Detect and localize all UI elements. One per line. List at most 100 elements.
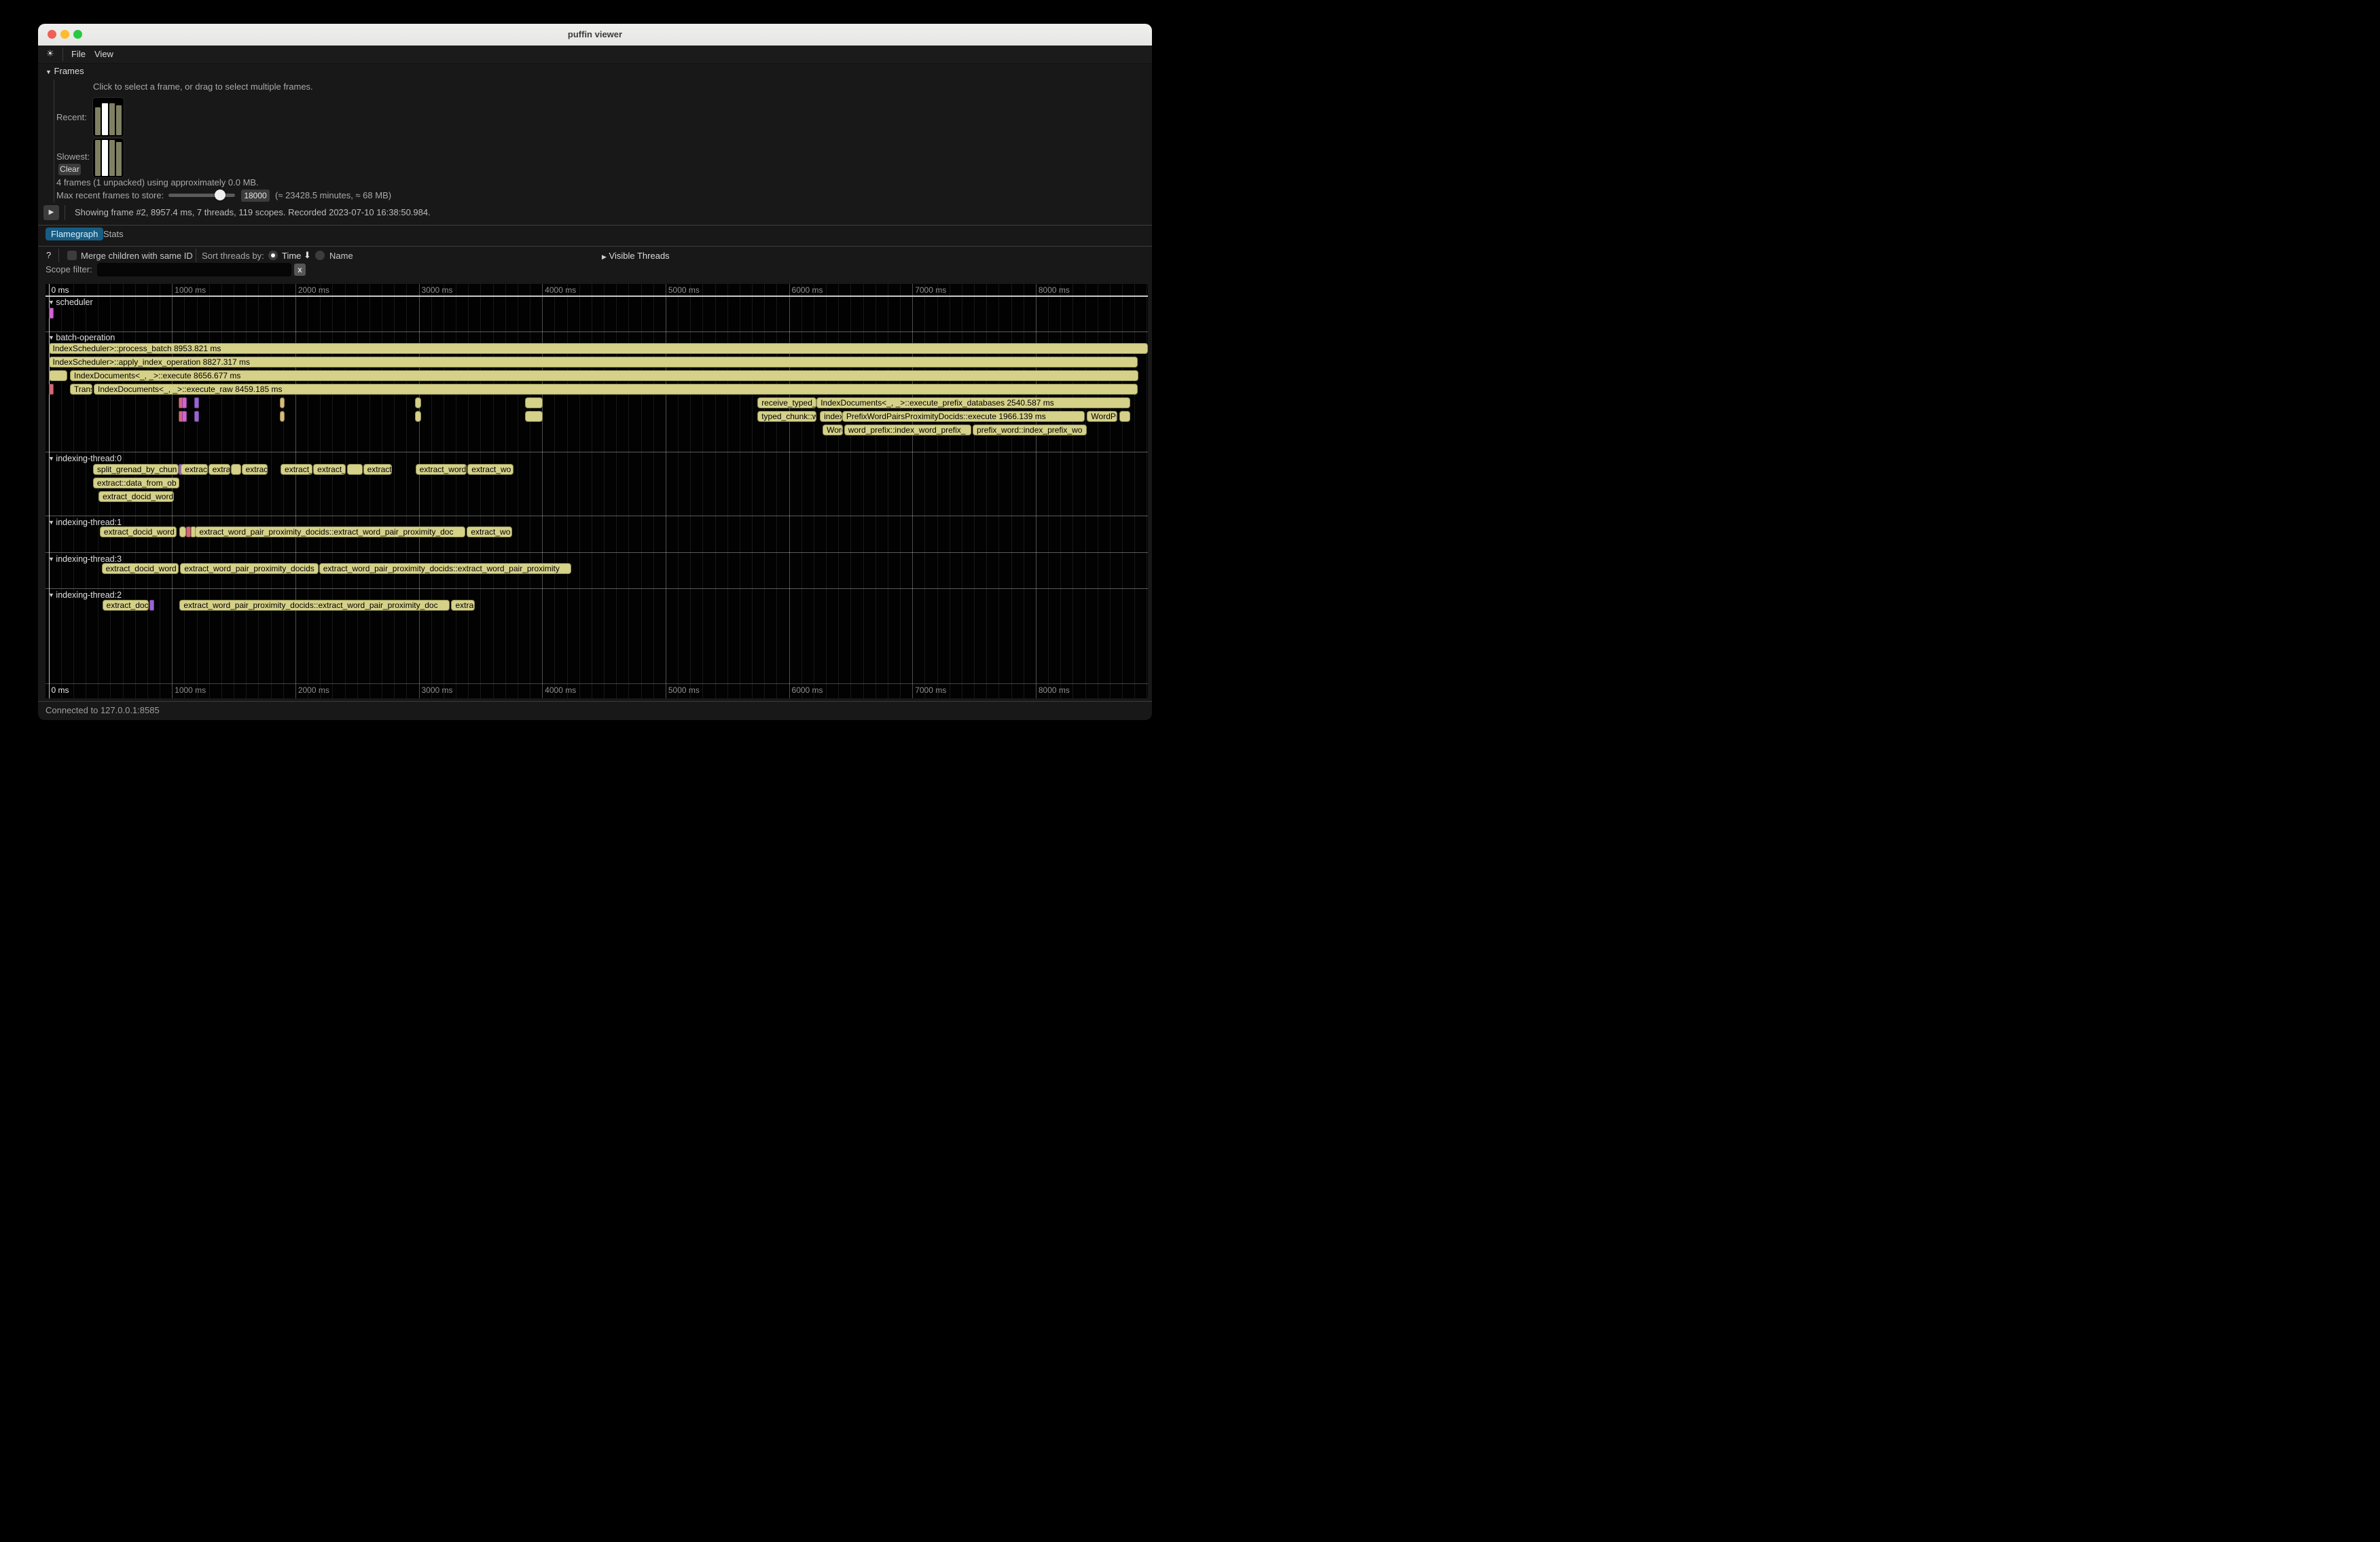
scope-bar[interactable]: extract_wo xyxy=(467,526,512,537)
sort-time-label: Time xyxy=(282,251,301,261)
scope-bar[interactable]: typed_chunk::w xyxy=(757,411,816,422)
scope-bar[interactable]: extract_wo xyxy=(467,464,513,475)
scope-bar[interactable]: extract_word_pair_proximity_docids xyxy=(180,563,319,574)
max-frames-value[interactable]: 18000 xyxy=(241,190,270,202)
scope-bar[interactable]: extract_ xyxy=(313,464,346,475)
scope-bar[interactable] xyxy=(182,411,187,422)
thread-section-header[interactable]: ▼ indexing-thread:0 xyxy=(48,454,122,463)
frame-history-bar[interactable] xyxy=(95,107,101,135)
collapse-triangle-icon: ▼ xyxy=(48,334,56,341)
sort-name-radio[interactable] xyxy=(315,251,325,260)
menu-view[interactable]: View xyxy=(92,49,115,59)
scope-bar[interactable]: Trans xyxy=(70,384,92,395)
frames-section-label: Frames xyxy=(54,66,84,76)
sort-time-radio[interactable] xyxy=(268,251,278,260)
scope-bar[interactable] xyxy=(280,411,285,422)
frame-history-bar[interactable] xyxy=(116,105,122,135)
tab-flamegraph[interactable]: Flamegraph xyxy=(46,228,103,240)
tab-stats[interactable]: Stats xyxy=(98,228,129,240)
frames-section-header[interactable]: ▼ Frames xyxy=(46,66,84,76)
clear-button[interactable]: Clear xyxy=(58,164,81,175)
radio-dot-icon xyxy=(271,253,275,257)
scope-bar[interactable]: extract xyxy=(181,464,207,475)
scope-bar[interactable] xyxy=(231,464,241,475)
scope-bar[interactable]: extract_word_pair_proximity_docids::extr… xyxy=(179,600,450,611)
scope-bar[interactable] xyxy=(280,397,285,408)
scope-bar[interactable]: PrefixWordPairsProximityDocids::execute … xyxy=(842,411,1085,422)
frame-history-bar[interactable] xyxy=(109,140,115,176)
collapse-triangle-icon: ▼ xyxy=(48,519,56,526)
thread-section-header[interactable]: ▼ indexing-thread:3 xyxy=(48,554,122,564)
scope-bar[interactable] xyxy=(525,397,543,408)
scope-bar[interactable]: extract_docid_word xyxy=(98,491,174,502)
scope-bar[interactable] xyxy=(182,397,187,408)
scope-bar[interactable] xyxy=(49,384,54,395)
scope-bar[interactable]: extrac xyxy=(242,464,268,475)
flamegraph-canvas[interactable]: 0 ms0 ms1000 ms1000 ms2000 ms2000 ms3000… xyxy=(46,284,1148,698)
sort-threads-label: Sort threads by: xyxy=(202,251,264,261)
time-tick-label: 7000 ms xyxy=(915,285,946,295)
scope-bar[interactable]: extract_word xyxy=(416,464,467,475)
scope-bar[interactable] xyxy=(194,397,199,408)
scope-bar[interactable] xyxy=(1119,411,1130,422)
visible-threads-header[interactable]: ▶ Visible Threads xyxy=(602,251,670,261)
scope-bar[interactable] xyxy=(415,397,421,408)
scope-bar[interactable]: extract_docid_word xyxy=(100,526,177,537)
thread-section-header[interactable]: ▼ indexing-thread:2 xyxy=(48,590,122,600)
scope-bar[interactable]: extract_doc xyxy=(103,600,149,611)
scope-bar[interactable]: prefix_word::index_prefix_wo xyxy=(973,425,1087,435)
time-tick-label: 6000 ms xyxy=(792,685,823,695)
scope-bar[interactable]: IndexDocuments<_, _>::execute_prefix_dat… xyxy=(816,397,1130,408)
recent-frames-thumbnail[interactable] xyxy=(92,97,124,137)
scope-bar[interactable]: IndexScheduler>::apply_index_operation 8… xyxy=(49,357,1138,367)
frame-info-text: Showing frame #2, 8957.4 ms, 7 threads, … xyxy=(75,207,431,217)
scope-bar[interactable] xyxy=(525,411,543,422)
thread-section-header[interactable]: ▼ indexing-thread:1 xyxy=(48,518,122,527)
title-bar[interactable]: puffin viewer xyxy=(38,24,1152,46)
menu-file[interactable]: File xyxy=(69,49,88,59)
scope-bar[interactable]: word_prefix::index_word_prefix_ xyxy=(844,425,971,435)
frame-history-bar[interactable] xyxy=(95,140,101,176)
max-frames-slider-knob[interactable] xyxy=(215,190,226,200)
frame-history-bar[interactable] xyxy=(116,142,122,176)
scope-bar[interactable] xyxy=(49,370,67,381)
scope-bar[interactable] xyxy=(149,600,154,611)
play-button[interactable]: ▶ xyxy=(43,205,59,220)
help-button[interactable]: ? xyxy=(46,250,51,260)
slowest-frames-thumbnail[interactable] xyxy=(92,138,124,178)
scope-bar[interactable] xyxy=(194,411,199,422)
scope-bar[interactable]: receive_typed_ xyxy=(757,397,816,408)
scope-bar[interactable]: IndexDocuments<_, _>::execute_raw 8459.1… xyxy=(94,384,1138,395)
scope-bar[interactable] xyxy=(415,411,421,422)
scope-bar[interactable]: extract_word_pair_proximity_docids::extr… xyxy=(319,563,572,574)
scope-bar[interactable] xyxy=(49,308,54,319)
frame-history-bar[interactable] xyxy=(102,140,107,176)
scope-bar[interactable]: split_grenad_by_chun xyxy=(93,464,179,475)
scope-bar[interactable]: extract_docid_word xyxy=(102,563,179,574)
thread-section-divider xyxy=(46,588,1148,589)
scope-bar[interactable]: extract xyxy=(363,464,393,475)
scope-bar[interactable]: extract_word_pair_proximity_docids::extr… xyxy=(195,526,465,537)
scope-bar[interactable]: index xyxy=(820,411,842,422)
frame-history-bar[interactable] xyxy=(109,103,115,135)
scope-bar[interactable]: extract_ xyxy=(281,464,312,475)
ruler-line xyxy=(46,295,1148,297)
scope-bar[interactable]: extrac xyxy=(451,600,474,611)
scope-bar[interactable]: extract::data_from_ob xyxy=(93,478,180,488)
scope-bar[interactable] xyxy=(347,464,363,475)
time-tick-label: 2000 ms xyxy=(298,685,329,695)
scope-bar[interactable]: WordPr xyxy=(1087,411,1117,422)
scope-bar[interactable] xyxy=(179,526,185,537)
scope-bar[interactable]: Word xyxy=(823,425,842,435)
thread-section-header[interactable]: ▼ batch-operation xyxy=(48,333,115,342)
theme-toggle-icon[interactable]: ☀ xyxy=(44,48,56,59)
clear-filter-button[interactable]: x xyxy=(294,264,306,276)
merge-children-checkbox[interactable] xyxy=(67,251,77,260)
scope-bar[interactable]: IndexScheduler>::process_batch 8953.821 … xyxy=(49,343,1149,354)
scope-filter-input[interactable] xyxy=(97,263,291,276)
scope-bar[interactable]: extra xyxy=(209,464,230,475)
frame-history-bar[interactable] xyxy=(102,103,107,135)
scope-filter-label: Scope filter: xyxy=(46,264,92,274)
scope-bar[interactable]: IndexDocuments<_, _>::execute 8656.677 m… xyxy=(70,370,1138,381)
thread-section-header[interactable]: ▼ scheduler xyxy=(48,298,93,307)
